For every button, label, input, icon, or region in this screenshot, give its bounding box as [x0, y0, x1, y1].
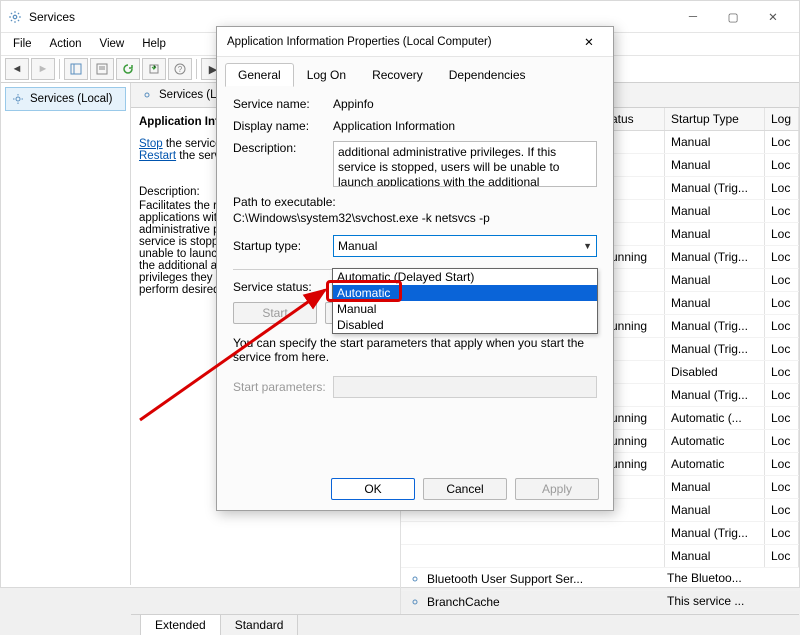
dialog-titlebar: Application Information Properties (Loca… [217, 27, 613, 57]
sidebar-item-label: Services (Local) [30, 93, 112, 105]
table-row[interactable]: BranchCache This service ... [401, 591, 799, 614]
forward-button[interactable]: ► [31, 58, 55, 80]
gear-icon [7, 9, 23, 25]
value-service-name: Appinfo [333, 97, 597, 111]
help-icon[interactable]: ? [168, 58, 192, 80]
chevron-down-icon: ▼ [583, 241, 592, 251]
ok-button[interactable]: OK [331, 478, 415, 500]
table-row[interactable]: Manual (Trig...Loc [401, 522, 799, 545]
window-title: Services [29, 10, 75, 24]
label-service-name: Service name: [233, 97, 333, 111]
gear-icon [10, 91, 26, 107]
tab-dependencies[interactable]: Dependencies [436, 63, 539, 87]
tab-extended[interactable]: Extended [141, 615, 221, 635]
properties-icon[interactable] [90, 58, 114, 80]
tab-standard[interactable]: Standard [221, 615, 299, 635]
note-text: You can specify the start parameters tha… [233, 336, 597, 364]
tabs-bottom: Extended Standard [131, 614, 799, 635]
startup-type-combo[interactable]: Manual ▼ [333, 235, 597, 257]
cancel-button[interactable]: Cancel [423, 478, 507, 500]
menu-view[interactable]: View [92, 35, 133, 53]
label-startup-type: Startup type: [233, 239, 333, 253]
svg-text:?: ? [178, 65, 183, 74]
dropdown-option[interactable]: Manual [333, 301, 597, 317]
close-button[interactable]: ✕ [753, 3, 793, 31]
gear-icon [407, 594, 423, 610]
col-startup-type[interactable]: Startup Type [665, 108, 765, 130]
sidebar-item-services-local[interactable]: Services (Local) [5, 87, 126, 111]
startup-type-dropdown[interactable]: Automatic (Delayed Start) Automatic Manu… [332, 268, 598, 334]
tab-recovery[interactable]: Recovery [359, 63, 436, 87]
dialog-tabs: General Log On Recovery Dependencies [217, 57, 613, 87]
label-display-name: Display name: [233, 119, 333, 133]
content-header-text: Services (L [159, 89, 217, 101]
col-log[interactable]: Log [765, 108, 799, 130]
col-status[interactable]: atus [605, 108, 665, 130]
dropdown-option-automatic[interactable]: Automatic [333, 285, 597, 301]
dropdown-option[interactable]: Automatic (Delayed Start) [333, 269, 597, 285]
menu-action[interactable]: Action [42, 35, 90, 53]
restart-link[interactable]: Restart [139, 150, 176, 162]
gear-icon [407, 571, 423, 587]
dialog-title: Application Information Properties (Loca… [227, 36, 492, 48]
export-icon[interactable] [142, 58, 166, 80]
combo-selected: Manual [338, 239, 377, 253]
start-button[interactable]: Start [233, 302, 317, 324]
label-start-params: Start parameters: [233, 380, 333, 394]
tab-general[interactable]: General [225, 63, 294, 87]
menu-file[interactable]: File [5, 35, 40, 53]
minimize-button[interactable]: ─ [673, 3, 713, 31]
refresh-icon[interactable] [116, 58, 140, 80]
maximize-button[interactable]: ▢ [713, 3, 753, 31]
gear-icon [139, 87, 155, 103]
value-path: C:\Windows\system32\svchost.exe -k netsv… [233, 211, 597, 225]
apply-button[interactable]: Apply [515, 478, 599, 500]
start-params-input [333, 376, 597, 398]
back-button[interactable]: ◄ [5, 58, 29, 80]
toolbar-divider [59, 59, 60, 79]
label-path: Path to executable: [233, 195, 597, 209]
value-display-name: Application Information [333, 119, 597, 133]
dialog-body: Service name:Appinfo Display name:Applic… [217, 87, 613, 416]
sidebar: Services (Local) [1, 83, 131, 585]
label-description: Description: [233, 141, 333, 187]
table-row[interactable]: ManualLoc [401, 545, 799, 568]
dialog-footer: OK Cancel Apply [331, 478, 599, 500]
dialog-close-button[interactable]: ✕ [575, 28, 603, 56]
label-service-status: Service status: [233, 280, 333, 294]
menu-help[interactable]: Help [134, 35, 174, 53]
toolbar-divider [196, 59, 197, 79]
stop-link[interactable]: Stop [139, 138, 163, 150]
tab-log-on[interactable]: Log On [294, 63, 359, 87]
description-box[interactable]: additional administrative privileges. If… [333, 141, 597, 187]
show-hide-icon[interactable] [64, 58, 88, 80]
dropdown-option[interactable]: Disabled [333, 317, 597, 333]
